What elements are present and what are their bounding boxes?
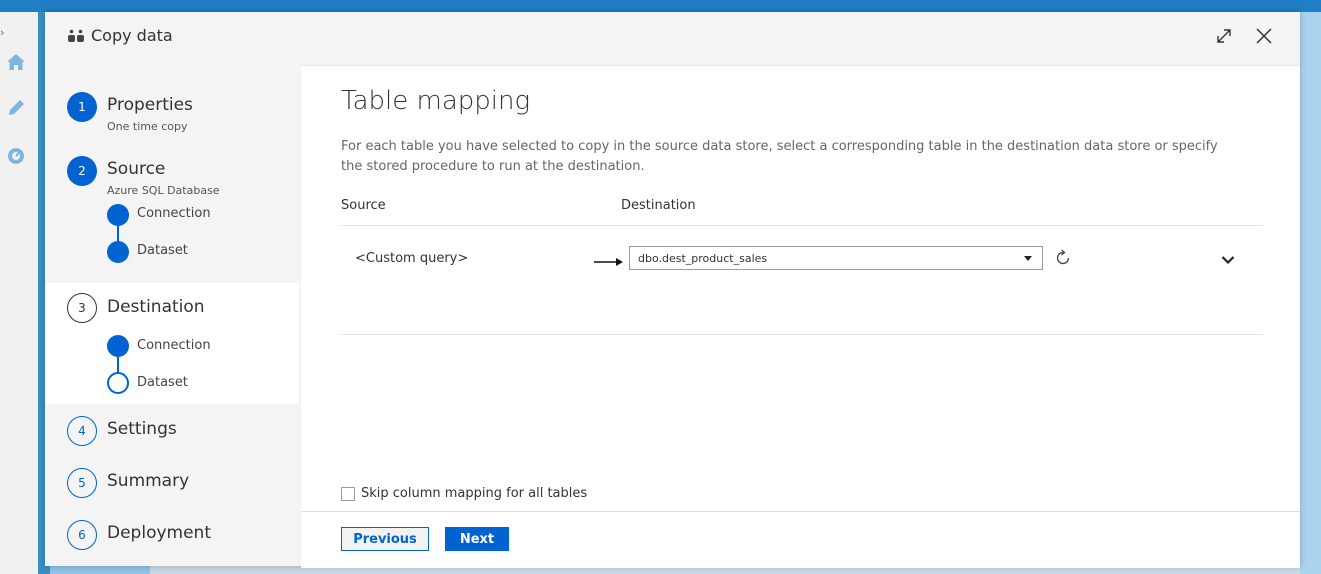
substep-label[interactable]: Dataset (137, 243, 188, 258)
previous-button[interactable]: Previous (341, 527, 429, 551)
destination-table-select[interactable]: dbo.dest_product_sales (629, 246, 1043, 270)
source-table-name: <Custom query> (355, 251, 469, 266)
dialog-title-text: Copy data (91, 26, 173, 45)
wizard-steps: 1 Properties One time copy 2 Source Azur… (45, 62, 299, 566)
expand-row-chevron-icon[interactable] (1218, 250, 1238, 270)
step-number: 3 (67, 293, 97, 323)
background-canvas (1300, 12, 1321, 574)
author-pencil-icon[interactable] (4, 96, 28, 120)
substep-label[interactable]: Dataset (137, 375, 188, 390)
arrow-right-icon (594, 253, 624, 266)
step-deployment[interactable]: 6 Deployment (45, 516, 299, 564)
step-subtitle: Azure SQL Database (107, 184, 220, 197)
step-source[interactable]: 2 Source Azure SQL Database Connection D… (45, 152, 299, 282)
skip-column-mapping-checkbox[interactable] (341, 486, 355, 501)
step-number: 6 (67, 520, 97, 550)
page-description: For each table you have selected to copy… (341, 139, 1218, 174)
step-title: Destination (107, 297, 205, 317)
next-button[interactable]: Next (445, 527, 509, 551)
substep-current-dot (107, 372, 129, 394)
page-title: Table mapping (341, 86, 531, 116)
dialog-title: Copy data (67, 26, 173, 45)
substep-done-dot (107, 335, 129, 357)
step-title: Summary (107, 471, 190, 491)
step-title: Settings (107, 419, 177, 439)
substep-done-dot (107, 241, 129, 263)
step-subtitle: One time copy (107, 120, 188, 133)
skip-column-mapping-option[interactable]: Skip column mapping for all tables (341, 486, 587, 501)
step-settings[interactable]: 4 Settings (45, 412, 299, 460)
skip-column-mapping-label: Skip column mapping for all tables (361, 486, 588, 501)
dialog-header: Copy data (45, 12, 1300, 62)
substep-label[interactable]: Connection (137, 338, 211, 353)
table-mapping-panel: Table mapping For each table you have se… (301, 65, 1300, 568)
chevron-down-icon (1024, 256, 1032, 261)
monitor-gauge-icon[interactable] (4, 144, 28, 168)
substep-label[interactable]: Connection (137, 206, 211, 221)
step-number: 2 (67, 156, 97, 186)
column-header-source: Source (341, 198, 386, 213)
home-icon[interactable] (4, 50, 28, 74)
step-properties[interactable]: 1 Properties One time copy (45, 62, 299, 152)
step-destination[interactable]: 3 Destination Connection Dataset (45, 283, 299, 404)
row-divider (341, 334, 1263, 335)
expand-rail-icon[interactable]: › (0, 26, 4, 39)
portal-top-bar (0, 0, 1321, 12)
refresh-icon[interactable] (1052, 247, 1074, 269)
step-title: Deployment (107, 523, 211, 543)
destination-table-value: dbo.dest_product_sales (638, 251, 768, 265)
substep-done-dot (107, 204, 129, 226)
step-title: Properties (107, 95, 193, 115)
maximize-icon[interactable] (1213, 25, 1235, 47)
step-number: 4 (67, 416, 97, 446)
step-title: Source (107, 159, 166, 179)
step-number: 1 (67, 92, 97, 122)
dialog-footer: Previous Next (301, 511, 1300, 568)
header-divider (341, 225, 1263, 226)
copy-data-dialog: Copy data 1 Properties One time copy 2 S… (45, 12, 1300, 568)
close-icon[interactable] (1253, 25, 1275, 47)
copy-data-icon (67, 29, 85, 43)
portal-left-rail: › (0, 12, 39, 574)
step-number: 5 (67, 468, 97, 498)
column-header-destination: Destination (621, 198, 696, 213)
step-summary[interactable]: 5 Summary (45, 464, 299, 512)
